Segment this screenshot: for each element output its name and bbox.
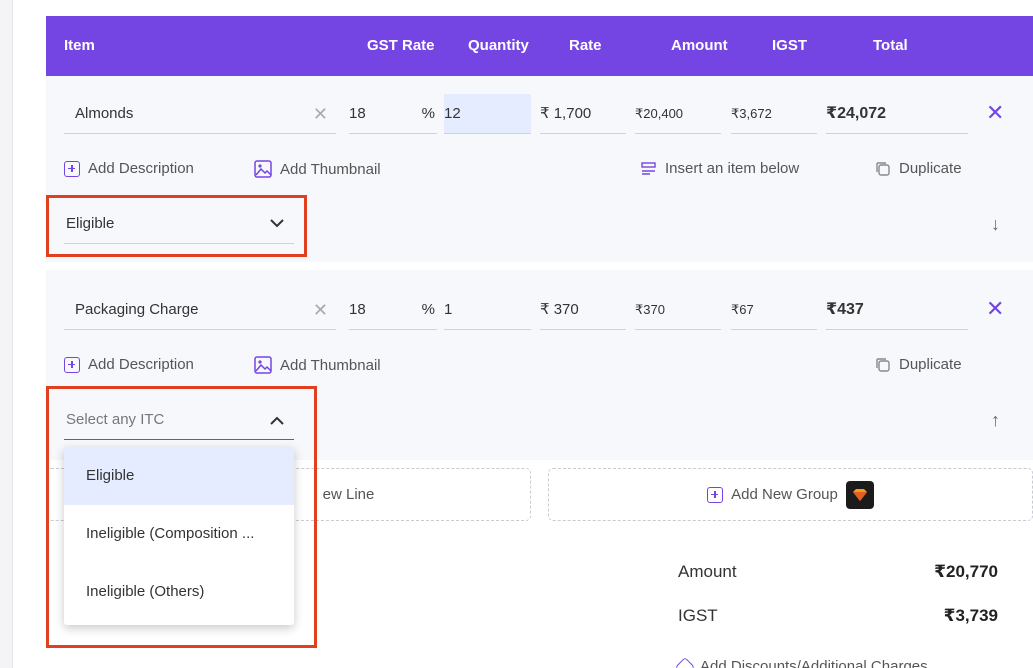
summary-amount-label: Amount [678,562,737,581]
duplicate-button[interactable]: Duplicate [875,160,962,177]
quantity-value: 1 [444,301,453,318]
insert-row-icon [641,161,656,175]
add-new-group-button[interactable]: Add New Group [548,468,1033,521]
header-igst: IGST [772,37,808,54]
rate-value: ₹ 370 [540,301,579,318]
header-item: Item [64,37,95,54]
remove-row-icon[interactable]: ✕ [986,296,1004,322]
gst-rate-input[interactable]: 18 % [349,94,437,134]
move-up-icon[interactable]: ↑ [991,410,1000,431]
item-name-input[interactable]: Almonds ✕ [64,94,336,134]
header-gst-rate: GST Rate [367,37,435,54]
amount-value: ₹20,400 [635,106,684,121]
quantity-input[interactable]: 12 [444,94,531,134]
highlight-box [46,386,317,648]
insert-item-below-button[interactable]: Insert an item below [641,160,799,177]
plus-icon [707,486,724,503]
amount-value: ₹370 [635,302,665,317]
igst-field: ₹67 [731,290,817,330]
table-header: Item GST Rate Quantity Rate Amount IGST … [46,16,1033,76]
igst-value: ₹3,672 [731,106,772,121]
add-description-label: Add Description [88,356,194,373]
summary-igst-value: ₹3,739 [943,606,998,625]
igst-value: ₹67 [731,302,754,317]
gst-rate-input[interactable]: 18 % [349,290,437,330]
total-field: ₹437 [826,290,968,330]
amount-field: ₹370 [635,290,721,330]
quantity-input[interactable]: 1 [444,290,531,330]
add-thumbnail-label: Add Thumbnail [280,160,381,178]
add-new-group-label: Add New Group [731,486,838,503]
summary-igst-label: IGST [678,606,718,625]
rate-input[interactable]: ₹ 1,700 [540,94,626,134]
item-name-value: Packaging Charge [75,301,199,318]
add-description-button[interactable]: Add Description [64,160,194,177]
image-icon [254,356,272,374]
percent-sign: % [421,105,435,122]
item-name-value: Almonds [75,105,134,122]
add-description-label: Add Description [88,160,194,177]
amount-field: ₹20,400 [635,94,721,134]
premium-badge-icon [845,480,874,509]
copy-icon [876,161,890,176]
image-icon [254,160,272,178]
clear-icon[interactable]: ✕ [313,94,328,134]
igst-field: ₹3,672 [731,94,817,134]
plus-icon [64,160,80,177]
add-thumbnail-button[interactable]: Add Thumbnail [254,160,381,178]
add-discounts-label: Add Discounts/Additional Charges [700,658,928,668]
header-quantity: Quantity [468,37,529,54]
add-thumbnail-label: Add Thumbnail [280,356,381,374]
tag-icon [675,656,695,668]
header-total: Total [873,37,908,54]
add-new-line-label: ew Line [322,486,375,503]
left-panel-edge [0,0,13,668]
duplicate-button[interactable]: Duplicate [875,356,962,373]
clear-icon[interactable]: ✕ [313,290,328,330]
plus-icon [64,356,80,373]
move-down-icon[interactable]: ↓ [991,214,1000,235]
insert-item-below-label: Insert an item below [665,160,800,177]
total-field: ₹24,072 [826,94,968,134]
header-rate: Rate [569,37,602,54]
total-value: ₹437 [826,301,864,318]
total-value: ₹24,072 [826,105,887,122]
percent-sign: % [421,301,435,318]
header-amount: Amount [671,37,728,54]
copy-icon [876,357,890,372]
add-description-button[interactable]: Add Description [64,356,194,373]
highlight-box [46,195,307,257]
gst-rate-value: 18 [349,105,366,122]
duplicate-label: Duplicate [899,160,962,177]
rate-input[interactable]: ₹ 370 [540,290,626,330]
quantity-value: 12 [444,105,461,122]
gst-rate-value: 18 [349,301,366,318]
duplicate-label: Duplicate [899,356,962,373]
rate-value: ₹ 1,700 [540,105,592,122]
summary-amount-value: ₹20,770 [934,562,998,581]
add-discounts-button[interactable]: Add Discounts/Additional Charges [675,656,928,668]
add-thumbnail-button[interactable]: Add Thumbnail [254,356,381,374]
item-name-input[interactable]: Packaging Charge ✕ [64,290,336,330]
remove-row-icon[interactable]: ✕ [986,100,1004,126]
